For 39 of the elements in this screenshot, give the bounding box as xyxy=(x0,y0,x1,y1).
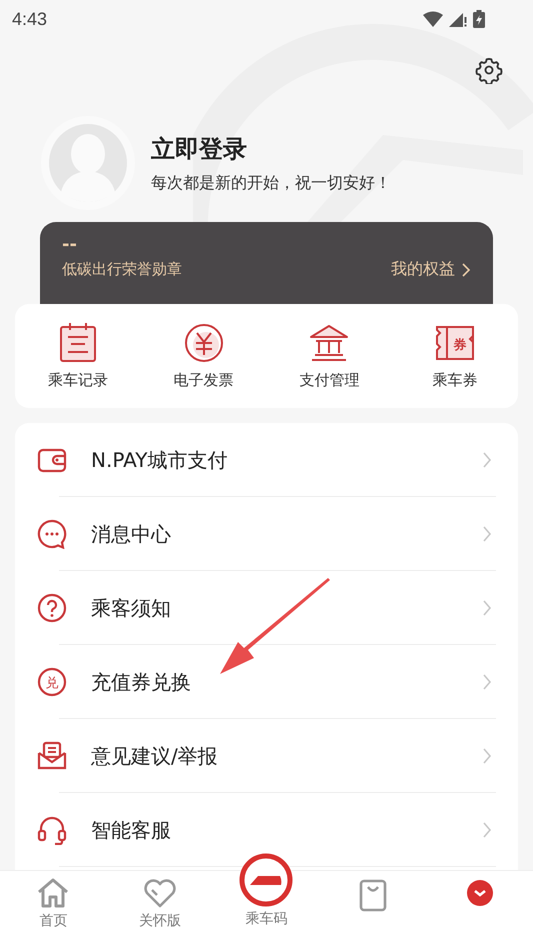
shortcut-button[interactable]: 电子发票 xyxy=(154,322,254,390)
chat-bubble-icon xyxy=(37,519,67,549)
exchange-badge-icon: 兑 xyxy=(37,667,67,697)
shortcut-button[interactable]: 支付管理 xyxy=(279,322,380,390)
menu-item[interactable]: 消息中心 xyxy=(37,497,496,571)
honor-value: -- xyxy=(62,234,78,255)
headset-icon xyxy=(37,815,67,845)
chevron-icon xyxy=(482,821,492,839)
battery-charging-icon xyxy=(473,10,485,28)
menu-item[interactable]: N.PAY城市支付 xyxy=(37,423,496,497)
shortcut-button[interactable]: 券 乘车券 xyxy=(405,322,506,390)
menu-item[interactable]: 乘客须知 xyxy=(37,571,496,645)
honor-title: 低碳出行荣誉勋章 xyxy=(62,260,182,279)
home-icon xyxy=(36,878,70,908)
signal-icon xyxy=(449,11,467,27)
question-icon xyxy=(37,593,67,623)
shopping-bag-icon xyxy=(358,878,388,912)
shortcut-button[interactable]: 乘车记录 xyxy=(28,322,128,390)
menu-item[interactable]: 兑 充值券兑换 xyxy=(37,645,496,719)
chevron-icon xyxy=(482,599,492,617)
wifi-icon xyxy=(423,11,443,27)
menu-item[interactable]: 意见建议/举报 xyxy=(37,719,496,793)
nav-tab[interactable]: 首页 xyxy=(13,878,94,942)
yuan-icon xyxy=(184,322,224,362)
benefits-link[interactable]: 我的权益 xyxy=(391,259,471,280)
profile-icon xyxy=(464,878,495,908)
greeting-text: 每次都是新的开始，祝一切安好！ xyxy=(151,172,391,194)
bank-icon xyxy=(309,322,350,362)
chevron-icon xyxy=(482,451,492,469)
chevron-icon xyxy=(482,525,492,543)
mail-icon xyxy=(37,741,67,771)
heart-icon xyxy=(142,878,177,908)
calendar-icon xyxy=(58,322,98,362)
status-time: 4:43 xyxy=(12,8,48,30)
chevron-icon xyxy=(461,262,471,278)
nav-tab[interactable]: 关怀版 xyxy=(120,878,200,942)
chevron-icon xyxy=(482,747,492,765)
login-link[interactable]: 立即登录 xyxy=(151,132,391,164)
chevron-icon xyxy=(482,673,492,691)
